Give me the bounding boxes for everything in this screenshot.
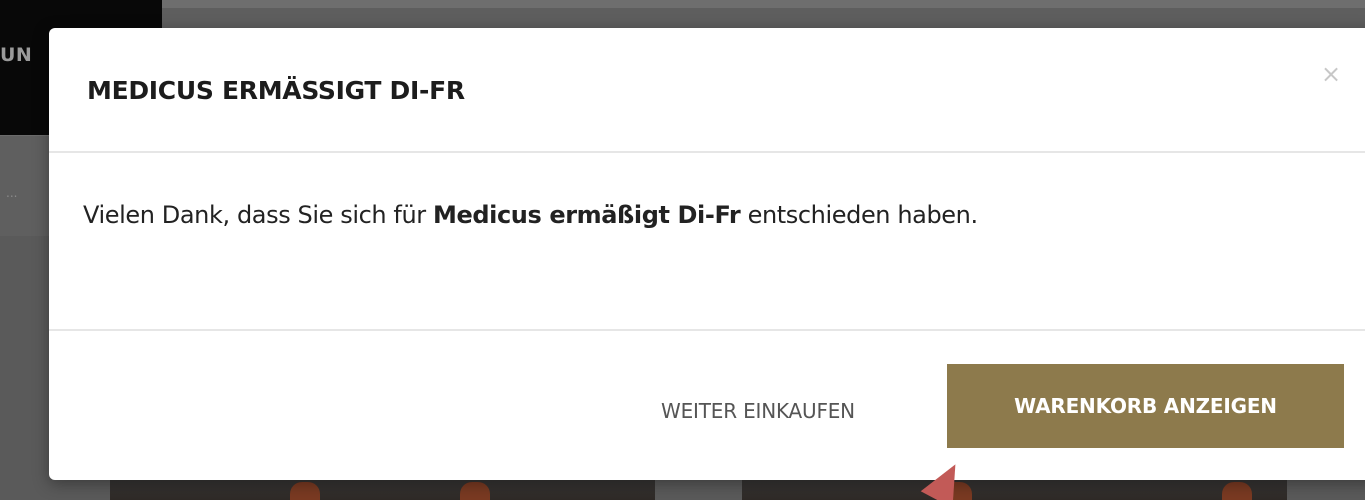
modal-message: Vielen Dank, dass Sie sich für Medicus e…	[83, 201, 978, 229]
modal-header: MEDICUS ERMÄSSIGT DI-FR ×	[49, 28, 1365, 153]
background-nav-text: UN	[0, 44, 33, 66]
background-image-accent	[460, 482, 490, 500]
view-cart-button[interactable]: WARENKORB ANZEIGEN	[947, 364, 1344, 448]
message-text-after: entschieden haben.	[740, 201, 979, 229]
close-icon[interactable]: ×	[1319, 62, 1343, 86]
message-product-name: Medicus ermäßigt Di-Fr	[433, 201, 741, 229]
background-image-accent	[290, 482, 320, 500]
background-top-bar	[162, 0, 1365, 8]
page: UN ... MEDICUS ERMÄSSIGT DI-FR × Vielen …	[0, 0, 1365, 500]
continue-shopping-button[interactable]: WEITER EINKAUFEN	[613, 393, 903, 429]
modal-footer: WEITER EINKAUFEN WARENKORB ANZEIGEN	[49, 331, 1365, 480]
modal-dialog: MEDICUS ERMÄSSIGT DI-FR × Vielen Dank, d…	[49, 28, 1365, 480]
message-text-before: Vielen Dank, dass Sie sich für	[83, 201, 433, 229]
background-dots: ...	[6, 186, 18, 200]
modal-body: Vielen Dank, dass Sie sich für Medicus e…	[49, 153, 1365, 331]
background-image-accent	[1222, 482, 1252, 500]
modal-title: MEDICUS ERMÄSSIGT DI-FR	[87, 76, 465, 105]
